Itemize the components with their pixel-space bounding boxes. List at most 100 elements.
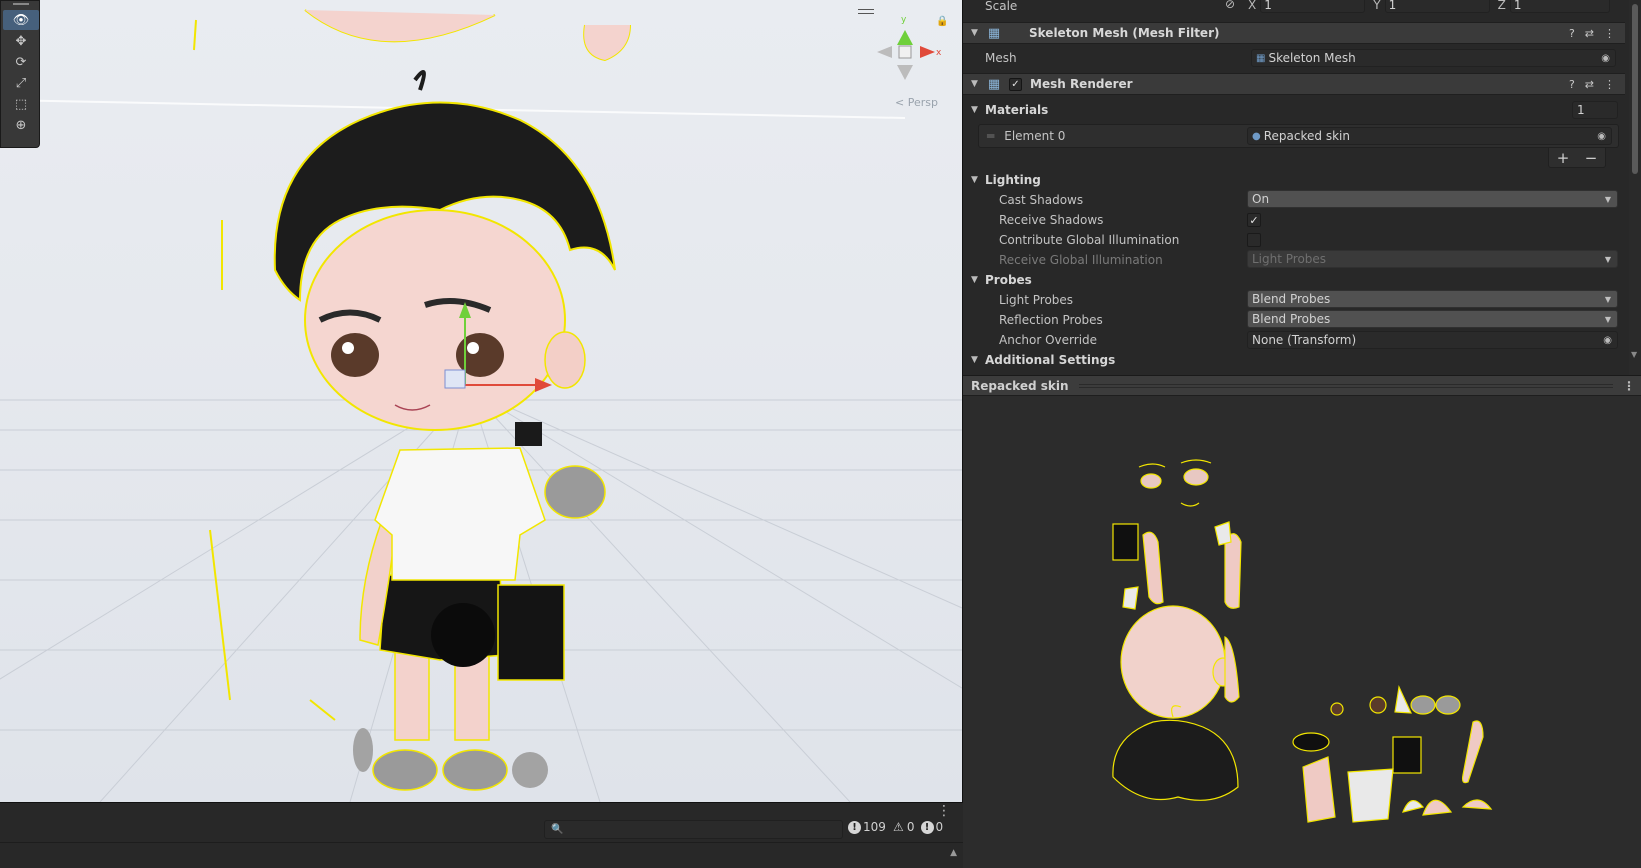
orientation-gizmo[interactable]: y x <box>877 15 942 80</box>
scale-y-label: Y <box>1373 0 1381 12</box>
drag-handle-icon[interactable]: ═ <box>987 129 994 143</box>
chevron-down-icon: ▼ <box>1604 314 1611 324</box>
help-icon[interactable]: ? <box>1569 78 1575 91</box>
receive-gi-value: Light Probes <box>1252 252 1327 266</box>
mesh-renderer-icon: ▦ <box>987 76 1001 92</box>
list-add-remove: + − <box>1548 147 1606 168</box>
perspective-toggle[interactable]: < Persp <box>895 96 938 109</box>
light-probes-label: Light Probes <box>999 293 1074 307</box>
probes-label: Probes <box>985 273 1032 287</box>
preview-drag-grip[interactable] <box>1078 383 1613 388</box>
console-panel: ⋮ 🔍 ! 109 ⚠ 0 ! 0 ▲ <box>0 802 963 868</box>
mesh-filter-header[interactable]: ▼ ▦ Skeleton Mesh (Mesh Filter) ? ⇄ ⋮ <box>963 22 1625 44</box>
mesh-field[interactable]: ▦ Skeleton Mesh ◉ <box>1251 49 1616 67</box>
material-preview-panel: Repacked skin ⋮ <box>963 375 1641 868</box>
move-tool-icon[interactable]: ✥ <box>3 31 39 51</box>
console-search-input[interactable]: 🔍 <box>544 820 843 839</box>
scale-tool-icon[interactable]: ⤢ <box>3 73 39 93</box>
materials-label: Materials <box>985 103 1049 117</box>
character-model <box>273 70 616 791</box>
reflection-probes-dropdown[interactable]: Blend Probes ▼ <box>1247 310 1618 328</box>
light-probes-dropdown[interactable]: Blend Probes ▼ <box>1247 290 1618 308</box>
view-tool-icon[interactable]: 👁 <box>3 10 39 30</box>
search-icon: 🔍 <box>551 824 564 835</box>
scroll-up-icon[interactable]: ▲ <box>950 848 957 858</box>
scene-view[interactable]: y x 👁 ✥ ⟳ ⤢ ⬚ ⊕ 🔒 < Persp <box>0 0 963 802</box>
receive-gi-label: Receive Global Illumination <box>999 253 1163 267</box>
probes-foldout[interactable]: ▼ Probes <box>963 270 1625 290</box>
mesh-filter-title: Skeleton Mesh (Mesh Filter) <box>1029 26 1220 40</box>
anchor-override-field[interactable]: None (Transform) ◉ <box>1247 331 1618 349</box>
remove-element-button[interactable]: − <box>1585 149 1598 167</box>
object-picker-icon[interactable]: ◉ <box>1603 335 1612 346</box>
more-icon[interactable]: ⋮ <box>1623 379 1635 393</box>
error-icon: ! <box>920 820 934 834</box>
materials-foldout[interactable]: ▼ Materials <box>963 100 1625 120</box>
mesh-renderer-header[interactable]: ▼ ▦ ✓ Mesh Renderer ? ⇄ ⋮ <box>963 73 1625 95</box>
preview-title: Repacked skin <box>971 378 1069 393</box>
reflection-probes-value: Blend Probes <box>1252 312 1331 326</box>
more-icon[interactable]: ⋮ <box>1604 78 1615 91</box>
scene-toolbar: 👁 ✥ ⟳ ⤢ ⬚ ⊕ <box>0 0 40 148</box>
reflection-probes-label: Reflection Probes <box>999 313 1103 327</box>
scale-link-icon[interactable]: ⊘ <box>1225 0 1235 11</box>
foldout-arrow-icon[interactable]: ▼ <box>971 355 981 365</box>
preset-icon[interactable]: ⇄ <box>1585 78 1594 91</box>
warning-count-toggle[interactable]: ⚠ 0 <box>892 820 915 834</box>
cast-shadows-value: On <box>1252 192 1270 206</box>
foldout-arrow-icon[interactable]: ▼ <box>971 28 981 38</box>
log-count-toggle[interactable]: ! 109 <box>848 820 886 834</box>
receive-shadows-checkbox[interactable]: ✓ <box>1247 213 1261 227</box>
transform-tool-icon[interactable]: ⊕ <box>3 115 39 135</box>
mesh-value: Skeleton Mesh <box>1268 51 1356 65</box>
warning-icon: ⚠ <box>893 820 904 834</box>
more-icon[interactable]: ⋮ <box>1604 27 1615 40</box>
lock-icon[interactable]: 🔒 <box>936 16 948 27</box>
preview-header[interactable]: Repacked skin ⋮ <box>963 376 1641 396</box>
scene-menu-icon[interactable] <box>858 9 874 14</box>
add-element-button[interactable]: + <box>1557 149 1570 167</box>
scale-x-field[interactable]: 1 <box>1260 0 1366 13</box>
contribute-gi-row: Contribute Global Illumination <box>963 230 1625 250</box>
element0-material-field[interactable]: ● Repacked skin ◉ <box>1247 127 1612 145</box>
scrollbar-thumb[interactable] <box>1632 4 1638 174</box>
anchor-override-label: Anchor Override <box>999 333 1098 347</box>
scroll-down-icon[interactable]: ▼ <box>1631 350 1637 359</box>
lighting-label: Lighting <box>985 173 1041 187</box>
preset-icon[interactable]: ⇄ <box>1585 27 1594 40</box>
mesh-renderer-enabled-checkbox[interactable]: ✓ <box>1009 77 1022 91</box>
material-icon: ● <box>1252 130 1261 142</box>
unity-editor: y x 👁 ✥ ⟳ ⤢ ⬚ ⊕ 🔒 < Persp ⋮ 🔍 ! 109 ⚠ 0 … <box>0 0 1641 868</box>
cast-shadows-dropdown[interactable]: On ▼ <box>1247 190 1618 208</box>
help-icon[interactable]: ? <box>1569 27 1575 40</box>
toolbar-grip[interactable] <box>13 3 29 5</box>
component-tools: ? ⇄ ⋮ <box>1569 27 1615 40</box>
foldout-arrow-icon[interactable]: ▼ <box>971 105 981 115</box>
scale-y-field[interactable]: 1 <box>1384 0 1490 13</box>
receive-shadows-row: Receive Shadows <box>963 210 1625 230</box>
lighting-foldout[interactable]: ▼ Lighting <box>963 170 1625 190</box>
svg-text:y: y <box>901 15 907 25</box>
materials-count: 1 <box>1577 103 1585 117</box>
element0-value: Repacked skin <box>1263 129 1350 143</box>
object-picker-icon[interactable]: ◉ <box>1601 53 1610 64</box>
contribute-gi-checkbox[interactable] <box>1247 233 1261 247</box>
rotate-tool-icon[interactable]: ⟳ <box>3 52 39 72</box>
chevron-down-icon: ▼ <box>1604 254 1611 264</box>
scale-z-label: Z <box>1497 0 1506 12</box>
additional-settings-foldout[interactable]: ▼ Additional Settings <box>963 350 1625 370</box>
inspector-scrollbar[interactable]: ▼ <box>1629 0 1641 375</box>
inspector-panel: Scale ⊘ X 1 Y 1 Z 1 ▼ ▦ Skeleton Mesh (M… <box>963 0 1641 375</box>
materials-count-field[interactable]: 1 <box>1572 101 1618 119</box>
object-picker-icon[interactable]: ◉ <box>1597 131 1606 142</box>
scale-z-field[interactable]: 1 <box>1509 0 1610 13</box>
rect-tool-icon[interactable]: ⬚ <box>3 94 39 114</box>
foldout-arrow-icon[interactable]: ▼ <box>971 275 981 285</box>
foldout-arrow-icon[interactable]: ▼ <box>971 79 981 89</box>
error-count-toggle[interactable]: ! 0 <box>920 820 943 834</box>
contribute-gi-label: Contribute Global Illumination <box>999 233 1180 247</box>
warning-count: 0 <box>906 820 915 834</box>
foldout-arrow-icon[interactable]: ▼ <box>971 175 981 185</box>
console-menu-icon[interactable]: ⋮ <box>937 803 951 819</box>
scale-fields: X 1 Y 1 Z 1 <box>1248 0 1610 13</box>
